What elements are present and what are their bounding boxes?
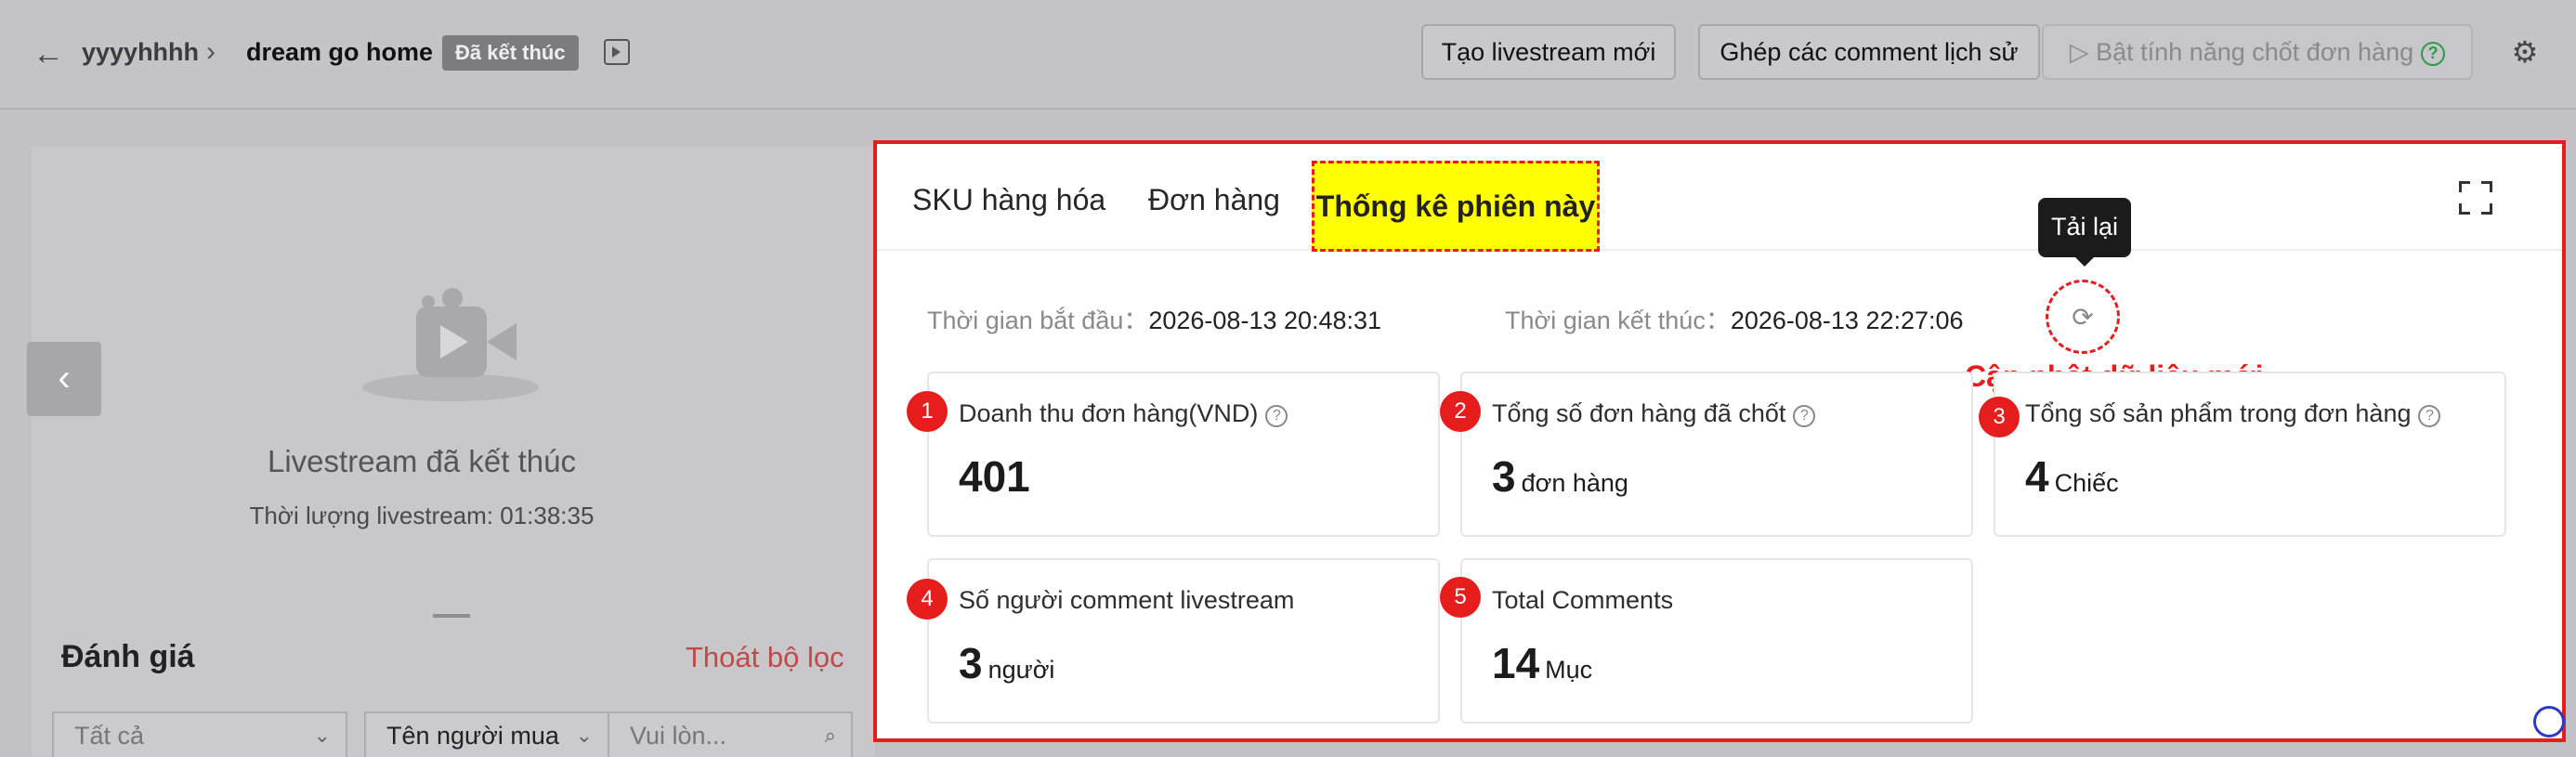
session-end: Thời gian kết thúc：2026-08-13 22:27:06 [1505, 300, 1964, 336]
card-value: 401 [959, 452, 1030, 501]
breadcrumb-parent[interactable]: yyyyhhhh [82, 34, 199, 70]
video-camera-icon [362, 288, 539, 409]
search-placeholder: Vui lòn... [630, 722, 727, 750]
card-title: Total Comments [1492, 586, 1674, 614]
question-icon[interactable]: ? [2418, 405, 2441, 427]
stat-card-commenters: Số người comment livestream 3 người [927, 558, 1440, 724]
end-value: 2026-08-13 22:27:06 [1730, 307, 1964, 334]
tab-session-stats[interactable]: Thống kê phiên này [1312, 161, 1600, 252]
filter-all-value: Tất cả [74, 722, 145, 750]
video-cast-icon[interactable] [604, 39, 630, 65]
chevron-down-icon: ⌄ [313, 724, 331, 747]
stat-card-total-comments: Total Comments 14 Mục [1460, 558, 1973, 724]
help-icon[interactable]: ? [2421, 42, 2446, 66]
stat-card-total-products: Tổng số sản phẩm trong đơn hàng? 4 Chiếc [1994, 372, 2506, 537]
search-icon[interactable]: ⌕ [825, 713, 836, 757]
back-arrow-icon[interactable]: ← [28, 35, 69, 72]
stat-card-total-orders: Tổng số đơn hàng đã chốt? 3 đơn hàng [1460, 372, 1973, 537]
search-input[interactable]: Vui lòn... ⌕ [608, 711, 853, 757]
chevron-down-icon: ⌄ [575, 724, 593, 747]
gear-icon[interactable]: ⚙ [2508, 35, 2542, 69]
card-title: Tổng số đơn hàng đã chốt [1492, 399, 1786, 427]
card-value: 3 [959, 639, 983, 687]
enable-close-order-label: Bật tính năng chốt đơn hàng [2096, 38, 2414, 66]
marker-3: 3 [1979, 397, 2020, 437]
marker-2: 2 [1440, 391, 1481, 432]
card-title: Số người comment livestream [959, 586, 1295, 614]
card-value: 3 [1492, 452, 1516, 501]
marker-5: 5 [1440, 577, 1481, 618]
breadcrumb-current: dream go home [246, 38, 434, 66]
session-start: Thời gian bắt đầu：2026-08-13 20:48:31 [927, 300, 1381, 336]
marker-1: 1 [907, 391, 948, 432]
corner-circle-icon[interactable] [2533, 706, 2565, 737]
start-label: Thời gian bắt đầu： [927, 307, 1149, 334]
exit-filter-link[interactable]: Thoát bộ lọc [686, 641, 844, 674]
refresh-icon[interactable]: ⟳ [2046, 280, 2120, 354]
card-title: Tổng số sản phẩm trong đơn hàng [2025, 399, 2412, 427]
play-icon: ▷ [2069, 38, 2097, 66]
top-bar: ← yyyyhhhh › dream go home Đã kết thúc T… [0, 0, 2576, 110]
tab-orders[interactable]: Đơn hàng [1148, 183, 1280, 217]
reload-tooltip: Tải lại [2038, 198, 2131, 267]
session-stats-panel: SKU hàng hóa Đơn hàng Thống kê phiên này… [873, 140, 2566, 742]
tab-bar: SKU hàng hóa Đơn hàng Thống kê phiên này [877, 144, 2562, 252]
card-value: 4 [2025, 452, 2049, 501]
carousel-prev-button[interactable]: ‹ [27, 342, 101, 416]
marker-4: 4 [907, 579, 948, 620]
new-livestream-button[interactable]: Tạo livestream mới [1421, 24, 1676, 80]
card-unit: Chiếc [2054, 469, 2119, 497]
buyer-name-select[interactable]: Tên người mua ⌄ [364, 711, 609, 757]
question-icon[interactable]: ? [1793, 405, 1816, 427]
buyer-name-value: Tên người mua [386, 722, 559, 750]
chevron-right-icon: › [206, 36, 216, 67]
question-icon[interactable]: ? [1265, 405, 1288, 427]
filter-all-select[interactable]: Tất cả ⌄ [52, 711, 347, 757]
fullscreen-icon[interactable] [2459, 181, 2492, 215]
card-unit: đơn hàng [1521, 469, 1628, 497]
start-value: 2026-08-13 20:48:31 [1148, 307, 1382, 334]
enable-close-order-button[interactable]: ▷ Bật tính năng chốt đơn hàng? [2042, 24, 2473, 80]
merge-comments-button[interactable]: Ghép các comment lịch sử [1698, 24, 2040, 80]
livestream-ended-text: Livestream đã kết thúc [268, 444, 576, 478]
card-unit: Mục [1545, 656, 1593, 684]
end-label: Thời gian kết thúc： [1505, 307, 1731, 334]
status-badge: Đã kết thúc [442, 35, 579, 71]
stat-card-revenue: Doanh thu đơn hàng(VND)? 401 [927, 372, 1440, 537]
review-title: Đánh giá [61, 639, 195, 674]
tab-sku[interactable]: SKU hàng hóa [912, 183, 1105, 217]
card-unit: người [987, 656, 1055, 684]
card-title: Doanh thu đơn hàng(VND) [959, 399, 1259, 427]
card-value: 14 [1492, 639, 1540, 687]
drag-handle[interactable] [433, 614, 470, 618]
livestream-duration: Thời lượng livestream: 01:38:35 [249, 502, 595, 529]
